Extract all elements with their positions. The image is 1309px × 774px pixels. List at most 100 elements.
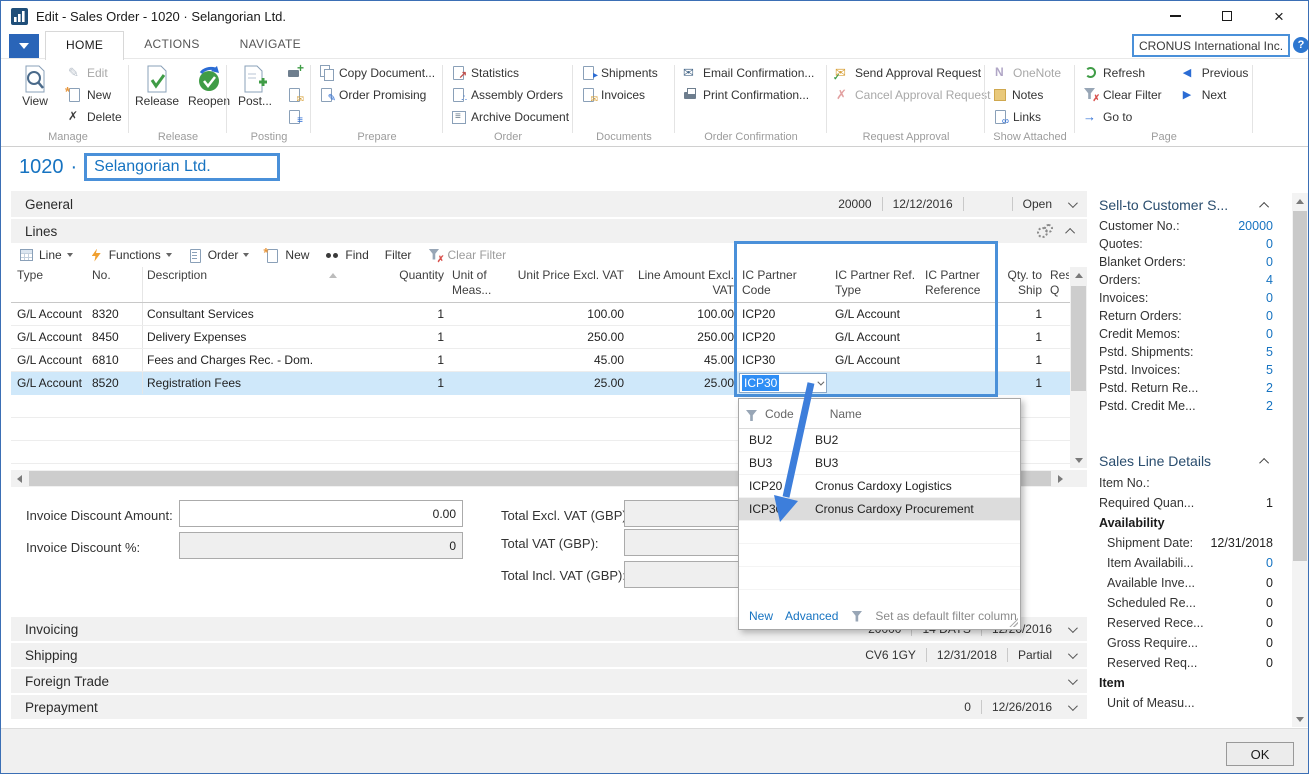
tab-navigate[interactable]: NAVIGATE (220, 31, 321, 59)
column-header-qty_ship[interactable]: Qty. to Ship (996, 267, 1046, 302)
column-header-uom[interactable]: Unit of Meas... (448, 267, 508, 302)
tab-actions[interactable]: ACTIONS (124, 31, 219, 59)
column-header-no[interactable]: No. (88, 267, 143, 302)
print-confirmation-button[interactable]: Print Confirmation... (679, 84, 818, 105)
clear-filter-button[interactable]: Clear Filter (427, 248, 506, 263)
scroll-up-button[interactable] (1070, 267, 1087, 283)
cell-no[interactable]: 8520 (88, 372, 143, 394)
scrollbar-thumb[interactable] (1071, 286, 1086, 391)
invoices-button[interactable]: Invoices (577, 84, 662, 105)
cell-qty_ship[interactable]: 1 (996, 303, 1046, 325)
scroll-right-button[interactable] (1052, 470, 1069, 487)
column-header-quantity[interactable]: Quantity (343, 267, 448, 302)
factbox-title[interactable]: Sales Line Details (1099, 449, 1273, 473)
scroll-down-button[interactable] (1070, 452, 1087, 468)
scroll-left-button[interactable] (11, 470, 28, 487)
chevron-up-icon[interactable] (1259, 201, 1269, 211)
application-menu-button[interactable] (9, 34, 39, 58)
cell-description[interactable]: Consultant Services (143, 303, 343, 325)
column-header-line_amount[interactable]: Line Amount Excl. VAT (628, 267, 738, 302)
fasttab-foreign-trade[interactable]: Foreign Trade (11, 669, 1087, 693)
factbox-field-value[interactable]: 0 (1266, 327, 1273, 341)
send-approval-request-button[interactable]: Send Approval Request (831, 62, 994, 83)
cell-res[interactable] (1046, 303, 1069, 325)
cell-description[interactable]: Registration Fees (143, 372, 343, 394)
factbox-field-value[interactable]: 0 (1266, 291, 1273, 305)
factbox-field-value[interactable]: 2 (1266, 399, 1273, 413)
fasttab-lines[interactable]: Lines (11, 219, 1087, 243)
onenote-button[interactable]: OneNote (989, 62, 1065, 83)
cell-unit_price[interactable]: 45.00 (508, 349, 628, 371)
archive-document-button[interactable]: Archive Document (447, 106, 573, 127)
functions-menu-button[interactable]: Functions (89, 248, 172, 263)
set-default-filter-label[interactable]: Set as default filter column (875, 609, 1016, 623)
cell-qty_ship[interactable]: 1 (996, 372, 1046, 394)
line-menu-button[interactable]: Line (19, 248, 73, 262)
column-header-res[interactable]: Res Q (1046, 267, 1069, 302)
advanced-link[interactable]: Advanced (785, 609, 838, 623)
scroll-down-button[interactable] (1292, 711, 1308, 727)
chevron-down-icon[interactable] (1068, 701, 1078, 711)
company-name-box[interactable]: CRONUS International Inc. (1132, 34, 1290, 57)
order-promising-button[interactable]: Order Promising (315, 84, 439, 105)
cell-no[interactable]: 8450 (88, 326, 143, 348)
release-button[interactable]: Release (133, 62, 181, 127)
help-icon[interactable]: ? (1293, 37, 1309, 53)
chevron-up-icon[interactable] (1065, 228, 1075, 238)
cell-res[interactable] (1046, 372, 1069, 394)
scroll-up-button[interactable] (1292, 193, 1308, 209)
cell-no[interactable]: 8320 (88, 303, 143, 325)
cell-res[interactable] (1046, 326, 1069, 348)
reopen-button[interactable]: Reopen (185, 62, 233, 127)
fasttab-prepayment[interactable]: Prepayment 012/26/2016 (11, 695, 1087, 719)
factbox-field-value[interactable]: 2 (1266, 381, 1273, 395)
scrollbar-thumb[interactable] (1293, 211, 1307, 561)
goto-button[interactable]: Go to (1079, 106, 1166, 127)
cell-unit_price[interactable]: 25.00 (508, 372, 628, 394)
cell-type[interactable]: G/L Account (13, 372, 88, 394)
cell-no[interactable]: 6810 (88, 349, 143, 371)
cell-description[interactable]: Fees and Charges Rec. - Dom. (143, 349, 343, 371)
close-button[interactable]: × (1268, 6, 1290, 26)
factbox-field-value[interactable]: 0 (1266, 556, 1273, 570)
fasttab-general[interactable]: General 2000012/12/2016Open (11, 191, 1087, 217)
factbox-field-value[interactable]: 4 (1266, 273, 1273, 287)
filter-button[interactable]: Filter (385, 248, 412, 262)
chevron-up-icon[interactable] (1259, 457, 1269, 467)
customer-name-field[interactable]: Selangorian Ltd. (84, 153, 280, 181)
chevron-down-icon[interactable] (1068, 649, 1078, 659)
cell-type[interactable]: G/L Account (13, 326, 88, 348)
ok-button[interactable]: OK (1226, 742, 1294, 766)
post-button[interactable]: Post... (231, 62, 279, 127)
factbox-title[interactable]: Sell-to Customer S... (1099, 193, 1273, 217)
cell-line_amount[interactable]: 250.00 (628, 326, 738, 348)
factbox-field-value[interactable]: 20000 (1238, 219, 1273, 233)
email-confirmation-button[interactable]: Email Confirmation... (679, 62, 818, 83)
cell-description[interactable]: Delivery Expenses (143, 326, 343, 348)
cell-uom[interactable] (448, 349, 508, 371)
factbox-field-value[interactable]: 0 (1266, 255, 1273, 269)
find-button[interactable]: Find (325, 248, 368, 263)
cell-quantity[interactable]: 1 (343, 349, 448, 371)
factbox-field-value[interactable]: 0 (1266, 309, 1273, 323)
cell-quantity[interactable]: 1 (343, 372, 448, 394)
cell-quantity[interactable]: 1 (343, 303, 448, 325)
cell-unit_price[interactable]: 100.00 (508, 303, 628, 325)
cell-qty_ship[interactable]: 1 (996, 349, 1046, 371)
factbox-field-value[interactable]: 0 (1266, 237, 1273, 251)
chevron-down-icon[interactable] (1068, 675, 1078, 685)
view-button[interactable]: View (11, 62, 59, 127)
maximize-button[interactable] (1216, 6, 1238, 26)
cell-uom[interactable] (448, 303, 508, 325)
cell-unit_price[interactable]: 250.00 (508, 326, 628, 348)
gears-icon[interactable] (1037, 224, 1052, 239)
cell-quantity[interactable]: 1 (343, 326, 448, 348)
resize-grip[interactable] (1009, 618, 1018, 627)
column-header-type[interactable]: Type (13, 267, 88, 302)
chevron-down-icon[interactable] (1068, 623, 1078, 633)
cell-type[interactable]: G/L Account (13, 303, 88, 325)
cancel-approval-request-button[interactable]: Cancel Approval Request (831, 84, 994, 105)
clear-filter-button[interactable]: Clear Filter (1079, 84, 1166, 105)
assembly-orders-button[interactable]: Assembly Orders (447, 84, 573, 105)
fasttab-shipping[interactable]: Shipping CV6 1GY12/31/2018Partial (11, 643, 1087, 667)
